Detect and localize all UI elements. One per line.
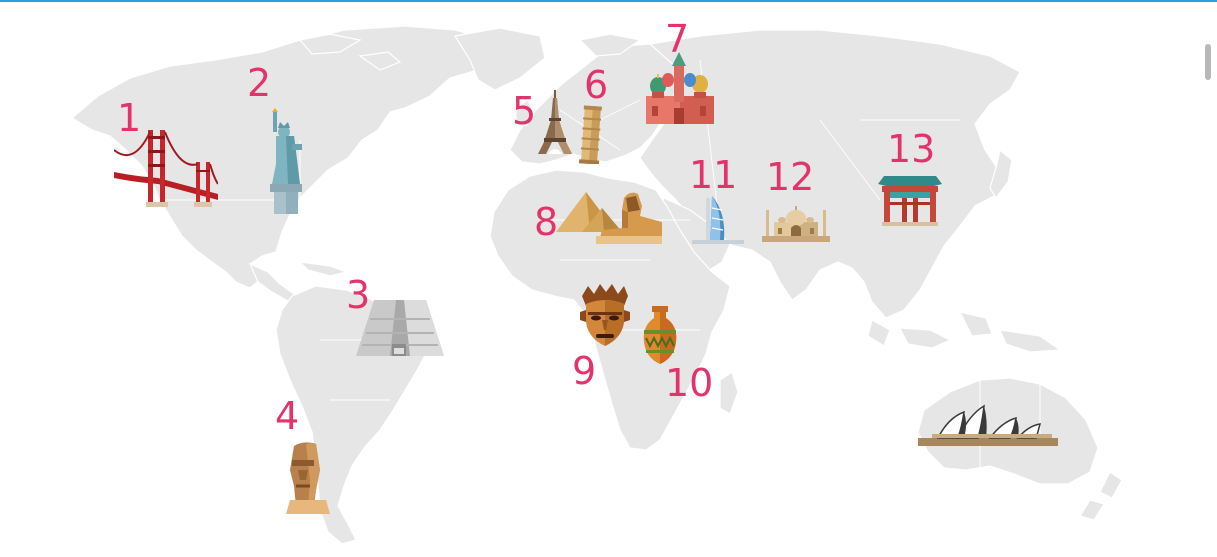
leaning-tower-of-pisa-icon: [578, 105, 602, 164]
pyramids-and-sphinx-icon: [556, 192, 662, 244]
taj-mahal-icon: [762, 206, 830, 242]
chinese-gate-icon: [878, 176, 942, 226]
marker-number-13: 13: [887, 127, 936, 171]
golden-gate-bridge-icon: [114, 130, 218, 207]
chichen-itza-pyramid-icon: [356, 300, 444, 356]
marker-number-2: 2: [247, 61, 272, 105]
sydney-opera-house-icon: [918, 404, 1058, 446]
marker-number-11: 11: [689, 153, 738, 197]
st-basils-cathedral-icon: [646, 52, 714, 124]
burj-al-arab-icon: [692, 196, 744, 244]
marker-number-12: 12: [766, 155, 815, 199]
world-map: [70, 25, 1123, 545]
marker-number-10: 10: [665, 361, 714, 405]
moai-statue-icon: [286, 442, 330, 514]
marker-number-8: 8: [534, 200, 559, 244]
african-mask-icon: [580, 284, 630, 346]
marker-number-9: 9: [572, 349, 597, 393]
marker-number-5: 5: [512, 89, 537, 133]
african-vase-icon: [643, 306, 677, 364]
scrollbar-thumb[interactable]: [1205, 44, 1211, 80]
statue-of-liberty-icon: [270, 108, 302, 214]
marker-number-4: 4: [275, 394, 300, 438]
marker-number-6: 6: [584, 63, 609, 107]
eiffel-tower-icon: [538, 90, 572, 154]
